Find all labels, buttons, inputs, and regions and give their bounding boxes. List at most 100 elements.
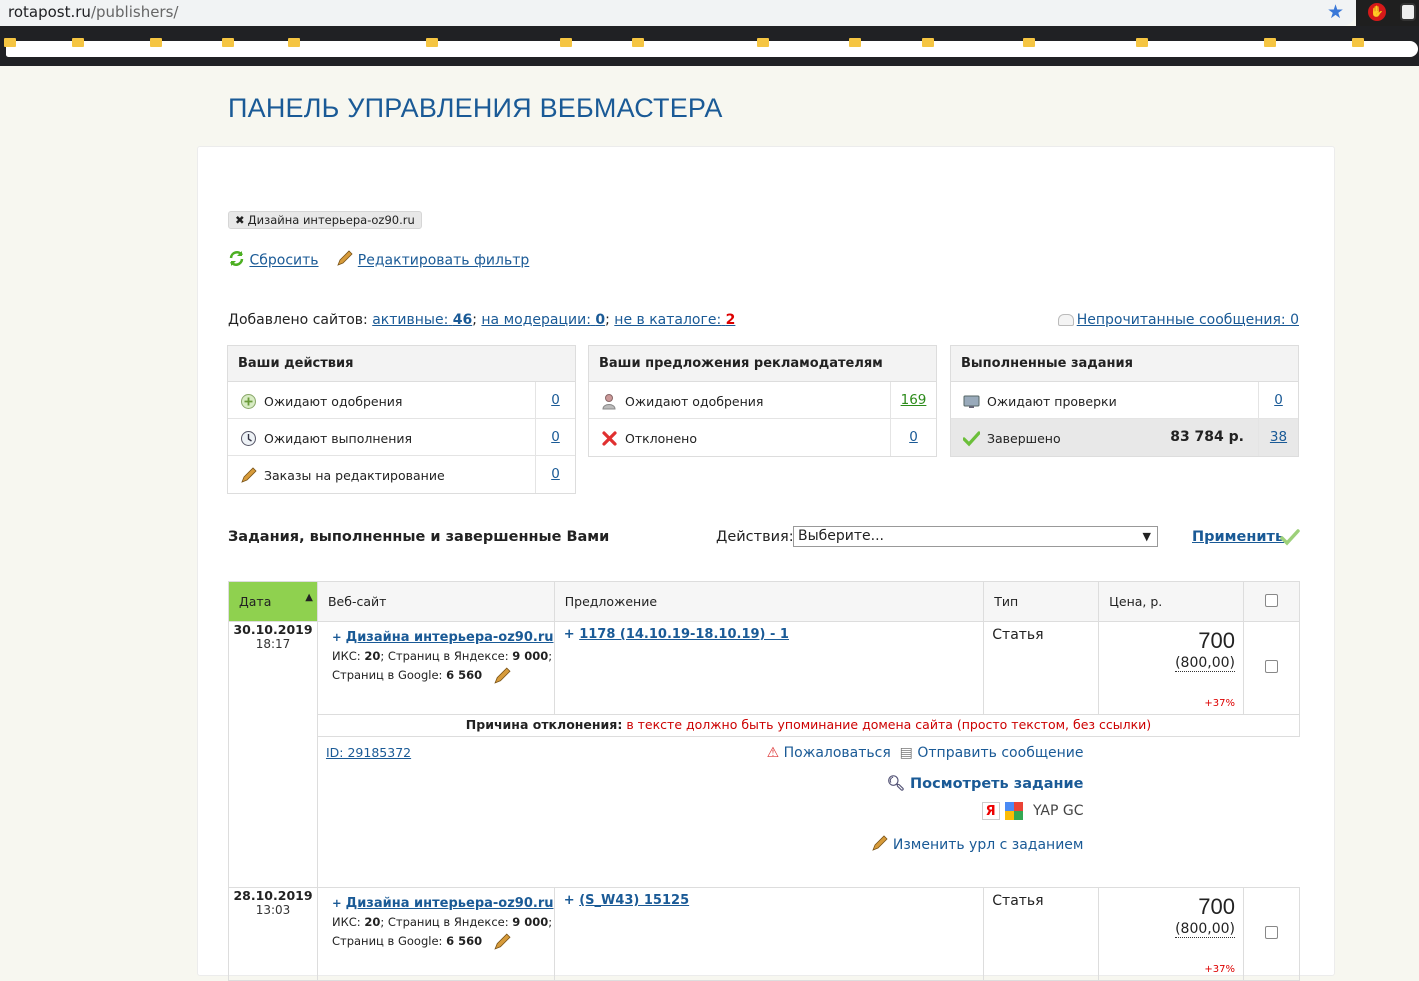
complain-link[interactable]: Пожаловаться — [784, 745, 891, 761]
separator: ; — [472, 312, 477, 328]
not-in-catalog-link[interactable]: не в каталоге: 2 — [614, 312, 735, 328]
reason-text: в тексте должно быть упоминание домена с… — [626, 717, 1152, 732]
iks-value: 20 — [364, 649, 381, 663]
url-text[interactable]: rotapost.ru/publishers/ — [8, 3, 178, 21]
column-header-type[interactable]: Тип — [983, 581, 1100, 622]
yandex-value: 9 000 — [512, 915, 549, 929]
yandex-label: Страниц в Яндексе: — [387, 649, 509, 663]
bookmark-folder-icon[interactable] — [4, 38, 16, 47]
unread-messages-link[interactable]: Непрочитанные сообщения: 0 — [1077, 312, 1299, 328]
url-path: /publishers/ — [90, 3, 179, 21]
address-bar[interactable]: rotapost.ru/publishers/ ★ — [0, 0, 1356, 26]
check-icon — [1280, 528, 1300, 550]
iks-label: ИКС: — [331, 649, 361, 663]
bookmark-folder-icon[interactable] — [72, 38, 84, 47]
checkbox-cell — [1243, 887, 1300, 981]
box-title: Ваши действия — [228, 346, 575, 382]
active-label: активные: — [372, 312, 449, 328]
bookmark-folder-icon[interactable] — [1023, 38, 1035, 47]
offer-link[interactable]: (S_W43) 15125 — [579, 893, 689, 908]
monitor-icon — [963, 395, 980, 408]
price-percent: +37% — [1204, 698, 1236, 709]
plus-icon: + — [563, 627, 580, 642]
filter-tag-label: Дизайна интерьера-oz90.ru — [247, 213, 415, 227]
user-icon — [602, 394, 616, 410]
close-icon[interactable]: ✖ — [235, 213, 245, 227]
site-link[interactable]: Дизайна интерьера-oz90.ru — [346, 896, 554, 911]
catalog-count: 2 — [725, 312, 736, 328]
pencil-icon[interactable] — [492, 666, 512, 685]
change-url[interactable]: Изменить урл с заданием — [871, 835, 1084, 853]
offer-link[interactable]: 1178 (14.10.19-18.10.19) - 1 — [579, 627, 789, 642]
chevron-down-icon: ▼ — [1142, 530, 1151, 543]
task-time: 18:17 — [255, 637, 291, 651]
column-header-site[interactable]: Веб-сайт — [316, 581, 555, 622]
completed-tasks-box: Выполненные задания Ожидают проверки 0 З… — [950, 345, 1299, 457]
bookmark-folder-icon[interactable] — [757, 38, 769, 47]
table-row: 28.10.2019 13:03 + Дизайна интерьера-oz90… — [228, 887, 1300, 981]
bookmark-folder-icon[interactable] — [1352, 38, 1364, 47]
list-item: Завершено 83 784 р. 38 — [951, 419, 1298, 456]
count-link[interactable]: 0 — [535, 382, 575, 418]
extension-icon[interactable] — [1400, 3, 1416, 21]
select-all-checkbox[interactable] — [1265, 593, 1278, 607]
adblock-icon[interactable]: ✋ — [1368, 3, 1386, 21]
list-item-label: Отклонено — [625, 431, 697, 446]
task-id-link[interactable]: ID: 29185372 — [326, 745, 411, 760]
google-label: Страниц в Google: — [331, 934, 443, 948]
google-icon[interactable] — [1004, 801, 1024, 821]
pencil-icon[interactable] — [492, 932, 512, 951]
bookmark-folder-icon[interactable] — [426, 38, 438, 47]
row-checkbox[interactable] — [1265, 926, 1278, 939]
task-type: Статья — [992, 893, 1044, 909]
site-link[interactable]: Дизайна интерьера-oz90.ru — [346, 630, 554, 645]
sort-up-icon: ▲ — [305, 592, 313, 603]
type-cell: Статья — [983, 887, 1100, 981]
bookmark-folder-icon[interactable] — [222, 38, 234, 47]
actions-select[interactable]: Выберите... ▼ — [793, 526, 1158, 547]
date-cell: 30.10.2019 18:17 — [228, 621, 318, 888]
extensions-area: ✋ — [1356, 0, 1419, 26]
apply-button[interactable]: Применить — [1192, 529, 1284, 545]
column-header-price[interactable]: Цена, р. — [1098, 581, 1245, 622]
filter-tag[interactable]: ✖ Дизайна интерьера-oz90.ru — [228, 211, 422, 229]
active-sites-link[interactable]: активные: 46 — [372, 312, 472, 328]
bookmark-folder-icon[interactable] — [632, 38, 644, 47]
moderation-sites-link[interactable]: на модерации: 0 — [481, 312, 605, 328]
google-value: 6 560 — [446, 668, 483, 682]
list-item-label: Ожидают выполнения — [264, 431, 413, 446]
view-task[interactable]: 🔍︎ Посмотреть задание — [887, 775, 1084, 792]
moderation-count: 0 — [595, 312, 606, 328]
bookmark-folder-icon[interactable] — [1136, 38, 1148, 47]
page-title: ПАНЕЛЬ УПРАВЛЕНИЯ ВЕБМАСТЕРА — [228, 93, 723, 123]
bookmark-folder-icon[interactable] — [288, 38, 300, 47]
list-item: Ожидают одобрения 0 — [228, 382, 575, 419]
count-link[interactable]: 0 — [1258, 382, 1298, 418]
tasks-table: Дата ▲ Веб-сайт Предложение Тип Цена, р. … — [228, 581, 1301, 981]
box-title: Ваши предложения рекламодателям — [589, 346, 936, 382]
task-date: 30.10.2019 — [233, 622, 313, 637]
bookmark-star-icon[interactable]: ★ — [1327, 1, 1344, 23]
count-link[interactable]: 0 — [890, 419, 936, 456]
bookmark-folder-icon[interactable] — [1264, 38, 1276, 47]
reset-filter-link[interactable]: Сбросить — [249, 253, 318, 269]
bookmark-folder-icon[interactable] — [849, 38, 861, 47]
checkbox-cell — [1243, 621, 1300, 715]
count-link[interactable]: 38 — [1258, 419, 1298, 456]
yandex-icon[interactable]: Я — [981, 802, 1000, 820]
bookmark-folder-icon[interactable] — [150, 38, 162, 47]
column-header-offer[interactable]: Предложение — [553, 581, 985, 622]
yandex-label: Страниц в Яндексе: — [387, 915, 509, 929]
count-link[interactable]: 169 — [890, 382, 936, 418]
bookmark-folder-icon[interactable] — [560, 38, 572, 47]
cross-icon — [602, 431, 617, 446]
bookmark-folder-icon[interactable] — [922, 38, 934, 47]
send-message-link[interactable]: Отправить сообщение — [917, 745, 1083, 761]
count-link[interactable]: 0 — [535, 456, 575, 493]
edit-filter-link[interactable]: Редактировать фильтр — [358, 253, 529, 269]
sites-label: Добавлено сайтов: — [228, 312, 368, 328]
row-checkbox[interactable] — [1265, 660, 1278, 673]
column-header-date[interactable]: Дата ▲ — [228, 581, 318, 622]
count-link[interactable]: 0 — [535, 419, 575, 455]
envelope-icon — [1057, 314, 1074, 326]
